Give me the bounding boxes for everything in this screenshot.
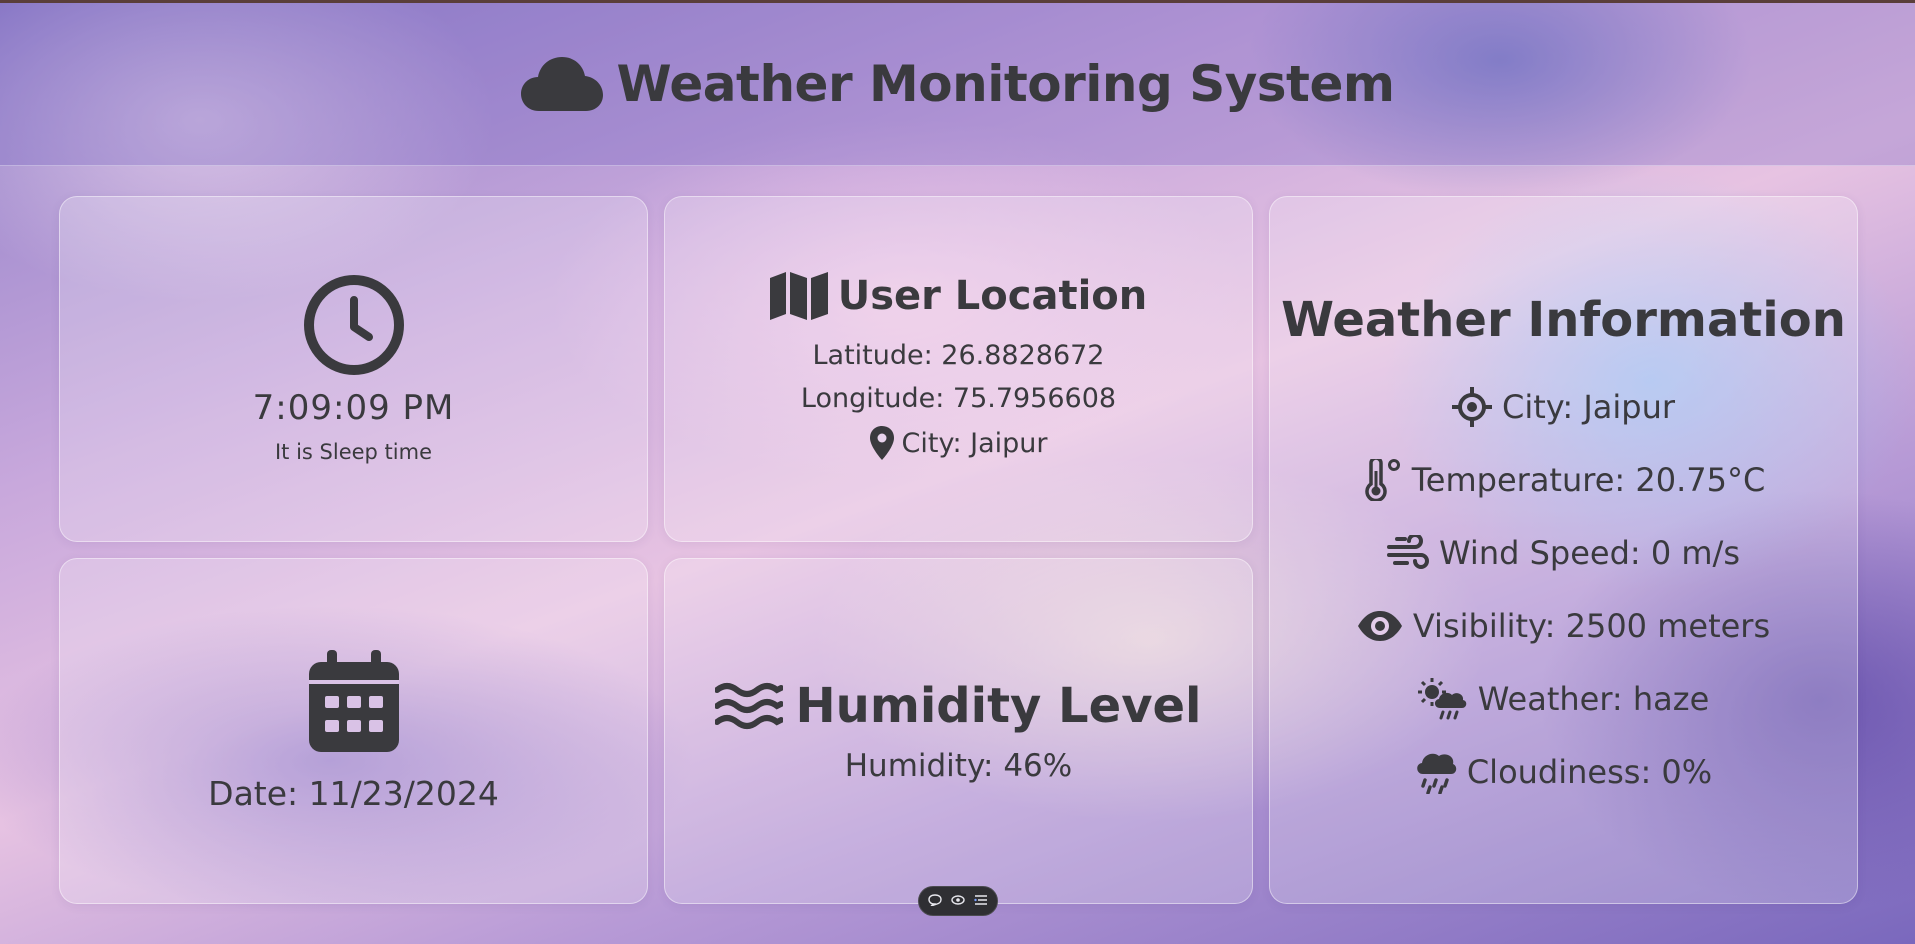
humidity-heading: Humidity Level: [715, 678, 1202, 734]
cloudiness-text: Cloudiness: 0%: [1466, 752, 1713, 791]
eye-toggle-icon[interactable]: [951, 895, 965, 907]
location-heading: User Location: [769, 272, 1148, 320]
weather-condition-row: Weather: haze: [1417, 662, 1710, 735]
water-waves-icon: [715, 682, 784, 730]
location-card: User Location Latitude: 26.8828672 Longi…: [664, 196, 1253, 542]
clock-icon: [303, 274, 405, 376]
humidity-card: Humidity Level Humidity: 46%: [664, 558, 1253, 904]
date-card: Date: 11/23/2024: [59, 558, 648, 904]
humidity-value: Humidity: 46%: [844, 748, 1073, 784]
current-time: 7:09:09 PM: [252, 388, 455, 428]
weather-title: Weather Information: [1281, 292, 1846, 348]
visibility-row: Visibility: 2500 meters: [1357, 589, 1770, 662]
latitude-text: Latitude: 26.8828672: [812, 340, 1105, 371]
temperature-row: Temperature: 20.75°C: [1362, 443, 1766, 516]
comment-icon[interactable]: [928, 894, 942, 908]
eye-icon: [1357, 610, 1403, 642]
wind-speed-row: Wind Speed: 0 m/s: [1386, 516, 1740, 589]
clock-card: 7:09:09 PM It is Sleep time: [59, 196, 648, 542]
cloud-rain-icon: [1415, 750, 1457, 794]
weather-info-card: Weather Information City: Jaipur Tempera…: [1269, 196, 1858, 904]
floating-toolbar: [918, 886, 998, 916]
temperature-text: Temperature: 20.75°C: [1411, 460, 1766, 499]
location-city: City: Jaipur: [901, 427, 1048, 459]
time-message: It is Sleep time: [274, 440, 432, 464]
wind-speed-text: Wind Speed: 0 m/s: [1438, 533, 1740, 572]
page-title: Weather Monitoring System: [616, 55, 1395, 113]
sun-cloud-rain-icon: [1417, 677, 1468, 720]
crosshair-icon: [1451, 386, 1492, 427]
location-city-row: City: Jaipur: [869, 426, 1048, 460]
list-icon[interactable]: [974, 894, 988, 908]
map-icon: [769, 272, 828, 320]
thermometer-icon: [1362, 458, 1402, 501]
weather-condition-text: Weather: haze: [1477, 679, 1710, 718]
cloud-icon: [520, 55, 603, 113]
location-title: User Location: [837, 273, 1148, 319]
date-text: Date: 11/23/2024: [208, 773, 499, 813]
weather-city: City: Jaipur: [1501, 387, 1676, 426]
humidity-title: Humidity Level: [795, 678, 1202, 734]
header-bar: Weather Monitoring System: [0, 3, 1915, 166]
weather-city-row: City: Jaipur: [1451, 370, 1676, 443]
calendar-icon: [308, 649, 399, 752]
longitude-text: Longitude: 75.7956608: [800, 383, 1117, 414]
wind-icon: [1386, 534, 1429, 571]
visibility-text: Visibility: 2500 meters: [1412, 606, 1771, 645]
map-pin-icon: [869, 426, 894, 460]
cloudiness-row: Cloudiness: 0%: [1415, 735, 1712, 808]
